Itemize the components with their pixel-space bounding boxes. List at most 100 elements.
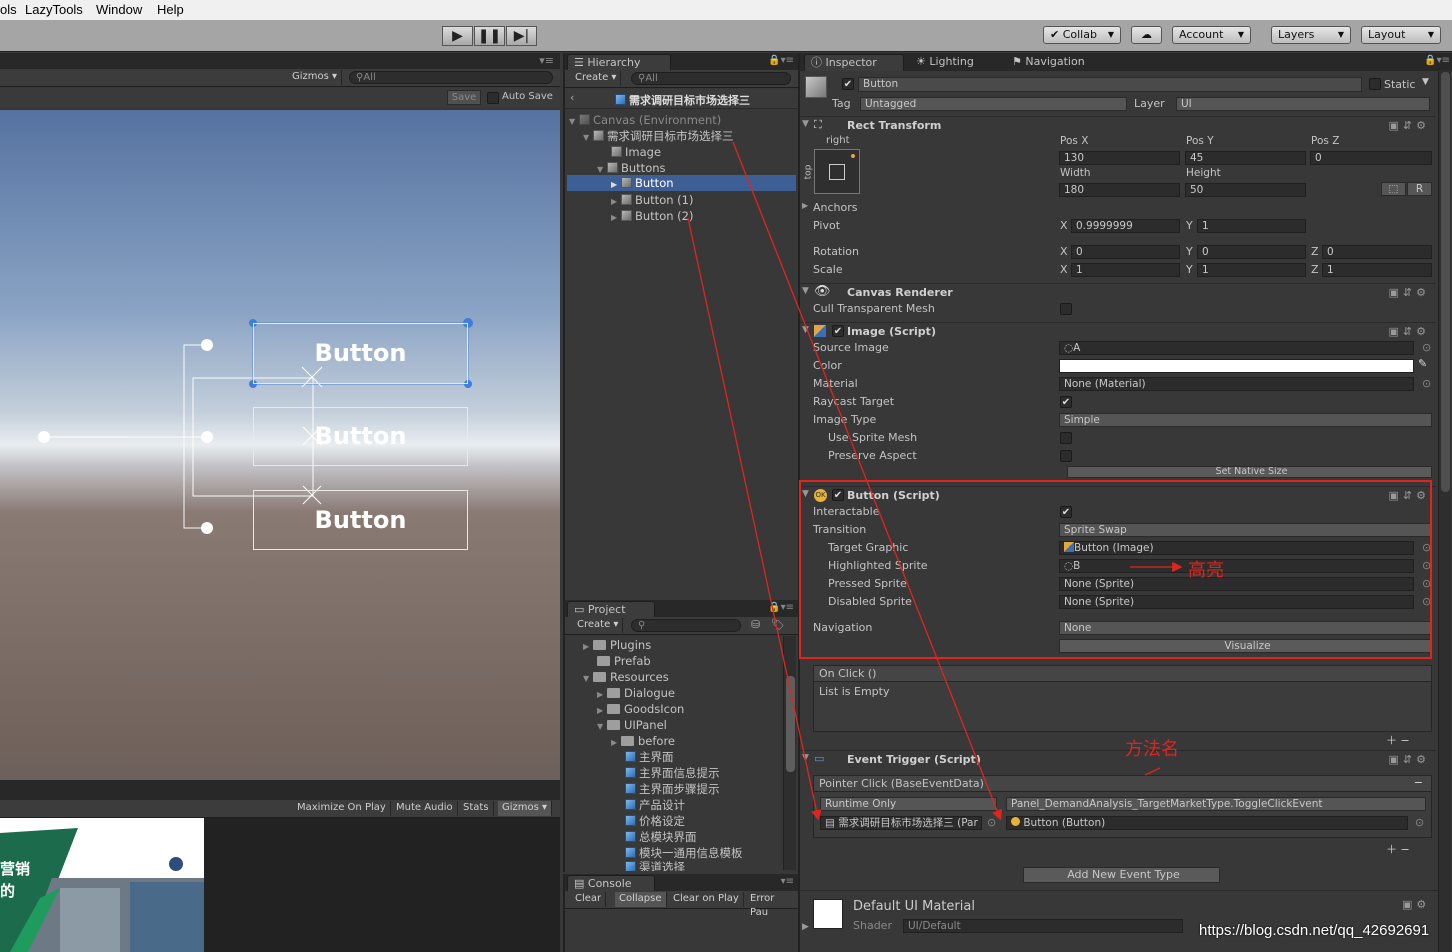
pivot-y-field[interactable]: 1 (1197, 219, 1306, 233)
foldout-icon[interactable]: ▼ (802, 325, 809, 335)
layer-dropdown[interactable]: UI (1176, 97, 1430, 111)
stats-toggle[interactable]: Stats (459, 801, 494, 816)
tab-project[interactable]: ▭ Project (567, 601, 655, 618)
menu-item-lazytools[interactable]: LazyTools (25, 2, 83, 17)
height-field[interactable]: 50 (1185, 183, 1306, 197)
object-picker-icon[interactable]: ⊙ (987, 816, 996, 829)
rect-transform-header[interactable]: ▼ ⛶ Rect Transform ▣⇵⚙ (800, 116, 1436, 134)
component-menu-icons[interactable]: ▣⚙ (1402, 898, 1430, 911)
auto-save-checkbox[interactable] (487, 92, 499, 104)
project-prefab-item[interactable]: 价格设定 (625, 813, 685, 829)
foldout-icon[interactable]: ▼ (802, 753, 809, 763)
cloud-button[interactable]: ☁ (1131, 26, 1162, 44)
component-menu-icons[interactable]: ▣⇵⚙ (1389, 753, 1430, 766)
scene-viewport[interactable]: Button Button Button (0, 110, 560, 780)
tree-item-button-selected[interactable]: ▶ Button (567, 175, 796, 191)
lock-icon[interactable]: 🔒▾≡ (768, 55, 794, 66)
chevron-down-icon[interactable]: ▼ (1422, 77, 1429, 87)
blueprint-mode-button[interactable]: ⬚ (1381, 182, 1406, 196)
tab-console[interactable]: ▤ Console (567, 875, 655, 892)
maximize-on-play-toggle[interactable]: Maximize On Play (293, 801, 391, 816)
console-error-pause-toggle[interactable]: Error Pau (746, 892, 798, 918)
shader-dropdown[interactable]: UI/Default (903, 919, 1183, 933)
menu-item-window[interactable]: Window (96, 2, 142, 17)
tag-dropdown[interactable]: Untagged (860, 97, 1127, 111)
scale-x-field[interactable]: 1 (1071, 263, 1180, 277)
active-checkbox[interactable]: ✔ (842, 78, 854, 90)
color-swatch[interactable] (1059, 359, 1414, 373)
rotation-y-field[interactable]: 0 (1197, 245, 1306, 259)
object-picker-icon[interactable]: ⊙ (1415, 816, 1424, 829)
layers-button[interactable]: Layers ▼ (1271, 26, 1351, 44)
scene-button-1[interactable]: Button (253, 407, 468, 466)
rotation-z-field[interactable]: 0 (1322, 245, 1432, 259)
project-folder-plugins[interactable]: ▶ Plugins (583, 637, 651, 653)
mute-audio-toggle[interactable]: Mute Audio (392, 801, 458, 816)
collab-button[interactable]: ✔ Collab ▼ (1043, 26, 1121, 44)
raw-edit-button[interactable]: R (1407, 182, 1432, 196)
image-type-dropdown[interactable]: Simple (1059, 413, 1432, 427)
scene-button-selected[interactable]: Button (253, 323, 468, 384)
cull-checkbox[interactable] (1060, 303, 1072, 315)
material-field[interactable]: None (Material) (1059, 377, 1414, 391)
menu-item-help[interactable]: Help (157, 2, 184, 17)
console-clear-on-play-toggle[interactable]: Clear on Play (669, 892, 744, 907)
pos-x-field[interactable]: 130 (1059, 151, 1180, 165)
add-new-event-type-button[interactable]: Add New Event Type (1023, 867, 1220, 883)
tree-item-root[interactable]: ▼ 需求调研目标市场选择三 (583, 128, 734, 144)
save-button[interactable]: Save (447, 90, 481, 105)
component-menu-icons[interactable]: ▣⇵⚙ (1389, 325, 1430, 338)
project-search-input[interactable]: ⚲ (631, 619, 741, 632)
project-prefab-item[interactable]: 主界面信息提示 (625, 765, 720, 781)
panel-menu-icon[interactable]: ▾≡ (781, 876, 794, 887)
lock-icon[interactable]: 🔒▾≡ (768, 602, 794, 613)
console-clear-button[interactable]: Clear (571, 892, 607, 907)
pause-button[interactable]: ❚❚ (474, 26, 505, 46)
project-prefab-item[interactable]: 主界面 (625, 749, 674, 765)
remove-event-button[interactable]: − (1414, 776, 1423, 789)
pos-y-field[interactable]: 45 (1185, 151, 1306, 165)
object-picker-icon[interactable]: ⊙ (1422, 377, 1431, 390)
foldout-icon[interactable]: ▼ (802, 119, 809, 129)
onclick-add-button[interactable]: ＋ − (1386, 732, 1410, 748)
object-picker-icon[interactable]: ⊙ (1422, 341, 1431, 354)
tab-hierarchy[interactable]: ☰ Hierarchy (567, 54, 671, 71)
method-dropdown[interactable]: Panel_DemandAnalysis_TargetMarketType.To… (1006, 797, 1426, 811)
account-button[interactable]: Account ▼ (1172, 26, 1251, 44)
foldout-icon[interactable]: ▼ (802, 286, 809, 296)
event-add-button[interactable]: ＋ − (1386, 841, 1410, 857)
set-native-size-button[interactable]: Set Native Size (1067, 466, 1432, 478)
lock-icon[interactable]: 🔒▾≡ (1424, 55, 1450, 66)
scrollbar-thumb[interactable] (786, 676, 795, 772)
project-prefab-item[interactable]: 产品设计 (625, 797, 685, 813)
scrollbar-thumb[interactable] (1441, 72, 1450, 492)
static-checkbox[interactable] (1369, 78, 1381, 90)
project-scrollbar[interactable] (783, 636, 796, 870)
canvas-renderer-header[interactable]: ▼ 👁 Canvas Renderer ▣⇵⚙ (800, 283, 1436, 301)
layout-button[interactable]: Layout ▼ (1361, 26, 1441, 44)
raycast-checkbox[interactable]: ✔ (1060, 396, 1072, 408)
hierarchy-search-input[interactable]: ⚲All (631, 72, 791, 85)
project-prefab-item[interactable]: 总模块界面 (625, 829, 697, 845)
anchor-preset-button[interactable] (814, 149, 860, 194)
anchors-label[interactable]: Anchors (813, 201, 858, 214)
tree-item-canvas-env[interactable]: ▼ Canvas (Environment) (569, 112, 721, 128)
tag-icon[interactable]: 🏷 (771, 618, 785, 631)
tab-inspector[interactable]: ⓘ Inspector (804, 54, 904, 71)
tree-item-image[interactable]: Image (611, 144, 661, 160)
eyedropper-icon[interactable]: ✎ (1418, 357, 1427, 370)
rotation-x-field[interactable]: 0 (1071, 245, 1180, 259)
pos-z-field[interactable]: 0 (1310, 151, 1432, 165)
project-folder-prefab[interactable]: Prefab (597, 653, 651, 669)
console-collapse-toggle[interactable]: Collapse (615, 892, 667, 907)
runtime-dropdown[interactable]: Runtime Only (820, 797, 997, 811)
source-image-field[interactable]: ◌A (1059, 341, 1414, 355)
foldout-icon[interactable]: ▶ (802, 201, 808, 210)
event-target-button-field[interactable]: Button (Button) (1006, 816, 1408, 830)
project-folder-dialogue[interactable]: ▶ Dialogue (597, 685, 675, 701)
image-enabled-checkbox[interactable]: ✔ (832, 325, 844, 337)
filter-icon[interactable]: ⛁ (751, 618, 760, 631)
back-arrow-icon[interactable]: ‹ (570, 91, 574, 104)
tab-navigation[interactable]: ⚑ Navigation (1006, 54, 1091, 71)
tree-item-buttons[interactable]: ▼ Buttons (597, 160, 666, 176)
